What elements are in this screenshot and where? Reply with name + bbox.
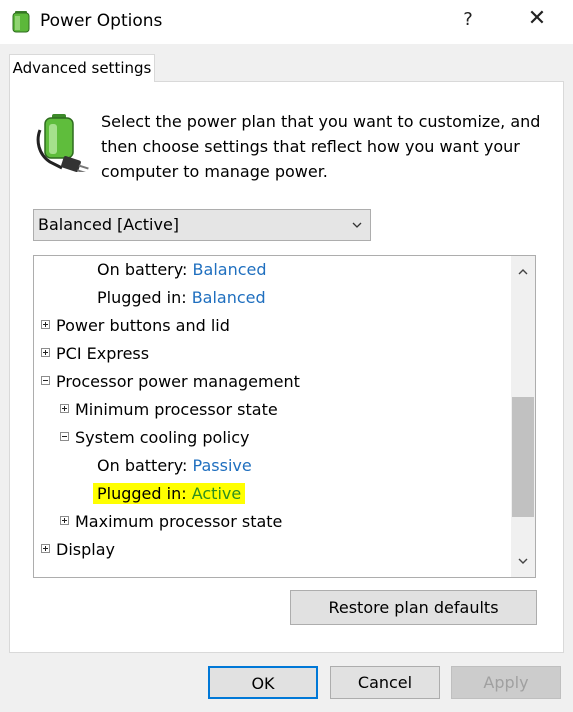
scroll-down-arrow-icon[interactable]	[518, 556, 528, 566]
collapse-icon[interactable]	[41, 376, 50, 385]
tree-item-pci-express[interactable]: PCI Express	[41, 340, 149, 368]
tree-row-balanced-plugged-in[interactable]: Plugged in: Balanced	[97, 284, 266, 312]
setting-value-link[interactable]: Active	[192, 484, 242, 503]
tree-row-cooling-on-battery[interactable]: On battery: Passive	[97, 452, 252, 480]
setting-value-link[interactable]: Balanced	[193, 260, 267, 279]
setting-label: Plugged in:	[97, 484, 187, 503]
tree-item-system-cooling-policy[interactable]: System cooling policy	[60, 424, 250, 452]
window-title: Power Options	[40, 11, 163, 31]
vertical-scrollbar[interactable]	[511, 256, 535, 577]
help-button[interactable]: ?	[458, 9, 478, 30]
cancel-button[interactable]: Cancel	[330, 666, 440, 699]
description-text: Select the power plan that you want to c…	[101, 112, 541, 181]
ok-button-label: OK	[251, 674, 275, 693]
tree-item-maximum-processor-state[interactable]: Maximum processor state	[60, 508, 282, 536]
scroll-up-arrow-icon[interactable]	[518, 267, 528, 277]
tree-row-cooling-plugged-in[interactable]: Plugged in: Active	[93, 480, 246, 508]
tree-item-display[interactable]: Display	[41, 536, 115, 564]
tree-item-label: PCI Express	[56, 344, 150, 363]
expand-icon[interactable]	[41, 348, 50, 357]
expand-icon[interactable]	[41, 544, 50, 553]
settings-tree[interactable]: On battery: Balanced Plugged in: Balance…	[33, 255, 536, 578]
apply-button[interactable]: Apply	[451, 666, 561, 699]
battery-plug-icon	[36, 114, 89, 172]
tree-item-label: Display	[56, 540, 115, 559]
power-plan-selected-value: Balanced [Active]	[38, 215, 180, 234]
scrollbar-thumb[interactable]	[512, 397, 534, 518]
setting-value-link[interactable]: Balanced	[192, 288, 266, 307]
apply-button-label: Apply	[483, 673, 529, 692]
ok-button[interactable]: OK	[208, 666, 318, 699]
tree-item-label: Power buttons and lid	[56, 316, 230, 335]
tree-item-minimum-processor-state[interactable]: Minimum processor state	[60, 396, 278, 424]
setting-label: Plugged in:	[97, 288, 187, 307]
tree-row-balanced-on-battery[interactable]: On battery: Balanced	[97, 256, 267, 284]
tree-item-label: Maximum processor state	[75, 512, 283, 531]
setting-value-link[interactable]: Passive	[193, 456, 252, 475]
restore-button-label: Restore plan defaults	[328, 598, 499, 617]
tree-item-label: Processor power management	[56, 372, 300, 391]
collapse-icon[interactable]	[60, 432, 69, 441]
tree-item-label: System cooling policy	[75, 428, 250, 447]
restore-plan-defaults-button[interactable]: Restore plan defaults	[290, 590, 537, 625]
title-bar: Power Options ? ✕	[0, 0, 573, 44]
highlight-marker: Plugged in: Active	[93, 483, 246, 504]
advanced-settings-panel: Select the power plan that you want to c…	[9, 81, 564, 653]
expand-icon[interactable]	[41, 320, 50, 329]
power-plan-dropdown[interactable]: Balanced [Active]	[33, 209, 371, 241]
chevron-down-icon	[352, 222, 362, 228]
power-options-app-icon	[12, 11, 30, 33]
tab-advanced-settings[interactable]: Advanced settings	[9, 54, 155, 82]
setting-label: On battery:	[97, 260, 188, 279]
expand-icon[interactable]	[60, 404, 69, 413]
expand-icon[interactable]	[60, 516, 69, 525]
setting-label: On battery:	[97, 456, 188, 475]
cancel-button-label: Cancel	[357, 673, 413, 692]
close-button[interactable]: ✕	[524, 6, 550, 31]
tree-item-power-buttons-and-lid[interactable]: Power buttons and lid	[41, 312, 230, 340]
tree-item-processor-power-management[interactable]: Processor power management	[41, 368, 300, 396]
power-options-window: Power Options ? ✕ Advanced settings Sele…	[0, 0, 573, 712]
tree-item-label: Minimum processor state	[75, 400, 278, 419]
